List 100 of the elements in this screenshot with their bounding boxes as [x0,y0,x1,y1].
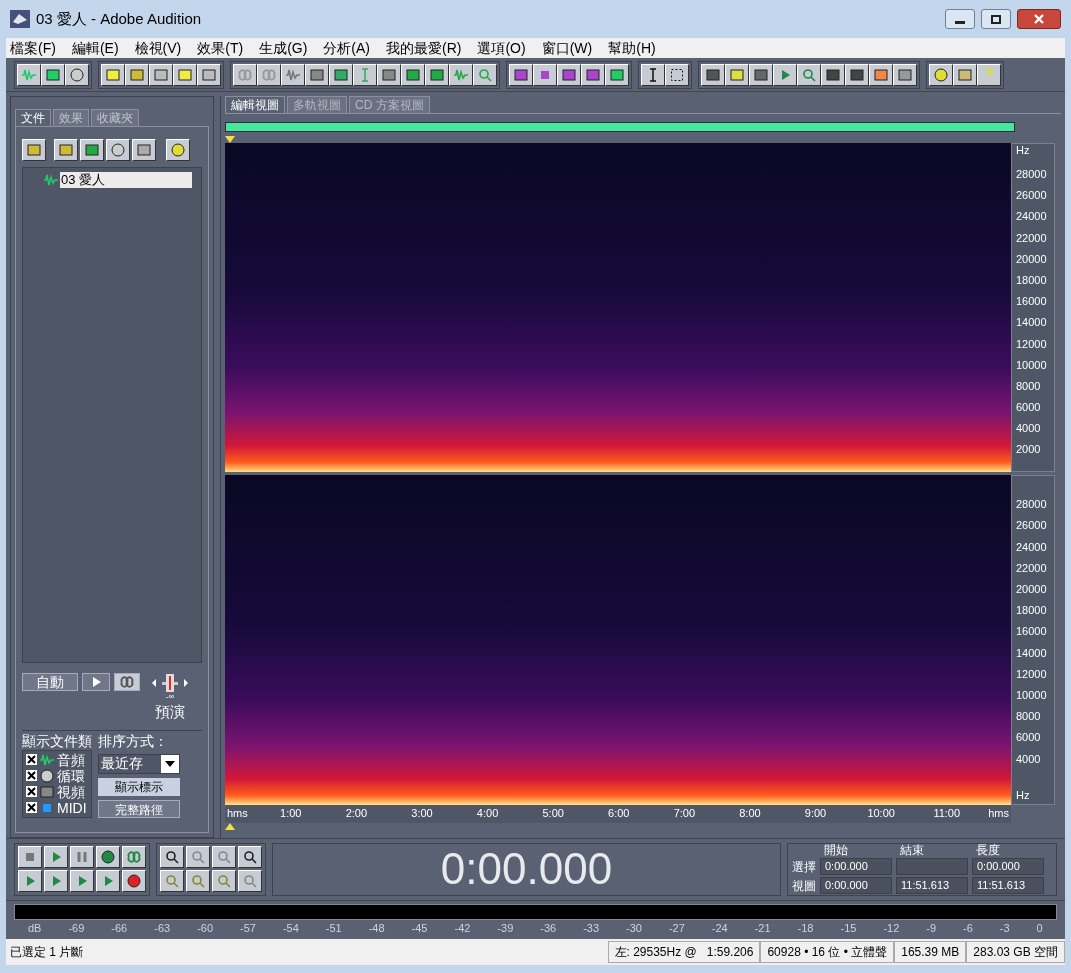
meter-label: -18 [797,920,814,936]
toolbar-button[interactable] [149,63,173,86]
menu-item[interactable]: 檔案(F) [10,37,56,59]
toolbar-button[interactable] [929,63,953,86]
toolbar-button[interactable] [197,63,221,86]
toolbar-button[interactable] [797,63,821,86]
toolbar-button[interactable] [166,139,190,161]
menu-item[interactable]: 編輯(E) [71,37,119,59]
checkbox[interactable] [26,802,37,813]
toolbar-button[interactable] [44,870,68,892]
toolbar-button[interactable] [257,63,281,86]
toolbar-button[interactable] [665,63,689,86]
meter-label: -12 [883,920,900,936]
toolbar-button[interactable] [749,63,773,86]
toolbar-button[interactable] [977,63,1001,86]
checkbox[interactable] [26,770,37,781]
checkbox[interactable] [26,786,37,797]
toolbar-button[interactable] [125,63,149,86]
toolbar-button[interactable] [701,63,725,86]
toolbar-button[interactable] [869,63,893,86]
menu-item[interactable]: 幫助(H) [608,37,656,59]
time-display: 0:00.000 [440,843,613,895]
toolbar-button[interactable] [70,870,94,892]
toolbar-button[interactable] [212,870,236,892]
toolbar-button[interactable] [581,63,605,86]
toolbar-button[interactable] [401,63,425,86]
toolbar-button[interactable] [186,870,210,892]
toolbar-button[interactable] [821,63,845,86]
overview-bar[interactable] [225,122,1015,132]
file-item[interactable]: 03 愛人 [43,172,201,188]
toolbar-button[interactable] [18,846,42,868]
toolbar-button[interactable] [173,63,197,86]
toolbar-button[interactable] [725,63,749,86]
toolbar-button[interactable] [122,870,146,892]
toolbar-button[interactable] [353,63,377,86]
menu-item[interactable]: 我的最愛(R) [386,37,462,59]
toolbar-button[interactable] [17,63,41,86]
toolbar-button[interactable] [953,63,977,86]
toolbar-button[interactable] [449,63,473,86]
toolbar-button[interactable] [54,139,78,161]
full-path-button[interactable]: 完整路徑 [98,799,180,818]
menu-item[interactable]: 選項(O) [477,37,526,59]
menu-item[interactable]: 效果(T) [197,37,244,59]
toolbar-button[interactable] [160,870,184,892]
maximize-button[interactable] [981,9,1011,29]
toolbar-button[interactable] [106,139,130,161]
toolbar-button[interactable] [96,870,120,892]
toolbar-button[interactable] [605,63,629,86]
toolbar-button[interactable] [238,846,262,868]
toolbar-button[interactable] [132,139,156,161]
toolbar-button[interactable] [101,63,125,86]
auto-button[interactable]: 自動 [22,673,78,691]
axis-label: 1:00 [279,806,303,822]
toolbar-button[interactable] [305,63,329,86]
toolbar-button[interactable] [122,846,146,868]
menu-item[interactable]: 生成(G) [259,37,308,59]
toolbar-button[interactable] [41,63,65,86]
menu-item[interactable]: 分析(A) [323,37,370,59]
play-button[interactable] [82,673,110,691]
show-tags-button[interactable]: 顯示標示 [98,777,180,796]
toolbar-button[interactable] [22,139,46,161]
toolbar-button[interactable] [773,63,797,86]
toolbar-button[interactable] [845,63,869,86]
minimize-button[interactable] [945,9,975,29]
tab[interactable]: 編輯視圖 [225,96,285,113]
file-type-label: 視頻 [57,783,85,800]
dropdown-arrow-icon [165,760,175,767]
toolbar-button[interactable] [329,63,353,86]
meter-label: -42 [454,920,471,936]
tab[interactable]: 文件 [15,109,51,126]
toolbar-button[interactable] [557,63,581,86]
toolbar-button[interactable] [18,870,42,892]
close-button[interactable] [1017,9,1061,29]
meter-label: -3 [999,920,1010,936]
toolbar-button[interactable] [425,63,449,86]
toolbar-button[interactable] [44,846,68,868]
end-marker-icon[interactable] [225,822,235,830]
toolbar-button[interactable] [533,63,557,86]
toolbar-button[interactable] [96,846,120,868]
toolbar-button[interactable] [70,846,94,868]
toolbar-button[interactable] [281,63,305,86]
toolbar-button[interactable] [893,63,917,86]
toolbar-button[interactable] [80,139,104,161]
checkbox[interactable] [26,754,37,765]
toolbar-button[interactable] [473,63,497,86]
toolbar-button[interactable] [186,846,210,868]
search-icon [477,66,493,83]
sort-dropdown[interactable]: 最近存 [98,753,180,774]
toolbar-button[interactable] [65,63,89,86]
menu-item[interactable]: 窗口(W) [541,37,593,59]
menu-item[interactable]: 檢視(V) [134,37,182,59]
toolbar-button[interactable] [509,63,533,86]
toolbar-button[interactable] [212,846,236,868]
toolbar-button[interactable] [238,870,262,892]
loop-button[interactable] [114,673,140,691]
toolbar-button[interactable] [233,63,257,86]
marquee-icon [669,66,685,83]
toolbar-button[interactable] [377,63,401,86]
toolbar-button[interactable] [641,63,665,86]
toolbar-button[interactable] [160,846,184,868]
